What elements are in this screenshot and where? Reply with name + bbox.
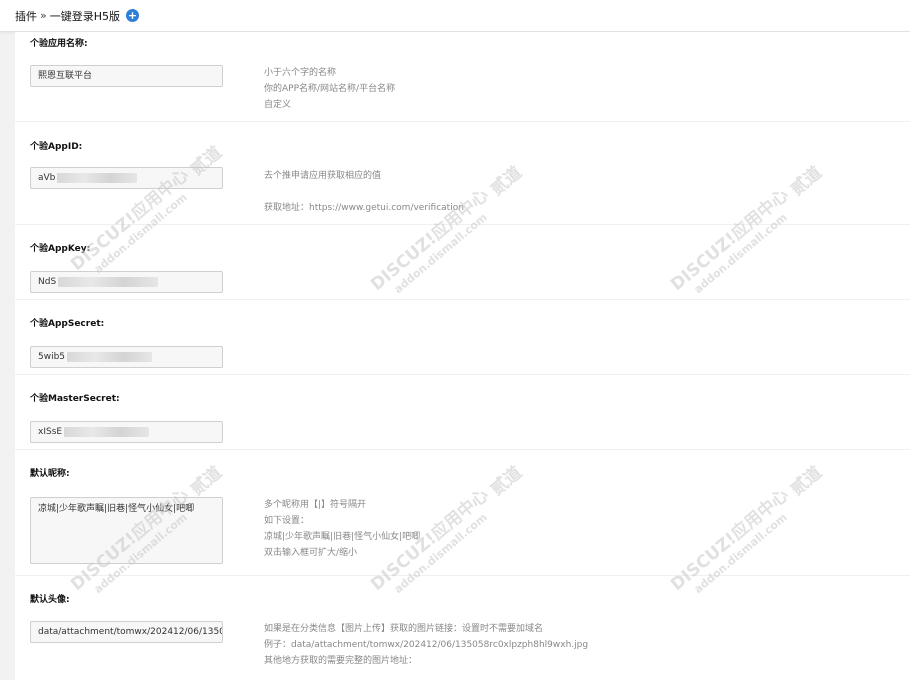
- hint-line: 获取地址：https://www.getui.com/verification: [264, 203, 464, 213]
- breadcrumb-current: 一键登录H5版: [49, 9, 121, 23]
- input-value: xISsE: [38, 427, 63, 437]
- hint-line: 凉城|少年歌声瞩|旧巷|怪气小仙女|吧唧: [264, 532, 421, 542]
- input-value: NdS: [38, 277, 57, 287]
- master-secret-input[interactable]: xISsE: [30, 421, 223, 443]
- field-hint: 如果是在分类信息【图片上传】获取的图片链接：设置时不需要加域名 例子：data/…: [264, 621, 588, 669]
- hint-line: 去个推申请应用获取相应的值: [264, 171, 382, 181]
- field-app-secret: 个验AppSecret: 5wib5: [15, 300, 910, 375]
- hint-spacer: [264, 184, 464, 200]
- hint-line: 多个昵称用【|】符号隔开: [264, 500, 367, 510]
- input-value: aVb: [38, 173, 56, 183]
- hint-line: 自定义: [264, 100, 292, 110]
- masked-value: [57, 172, 138, 183]
- hint-line: 如果是在分类信息【图片上传】获取的图片链接：设置时不需要加域名: [264, 624, 544, 634]
- field-label: 个验AppKey:: [30, 244, 91, 254]
- hint-line: 其他地方获取的需要完整的图片地址：: [264, 656, 418, 666]
- field-avatar: 默认头像: data/attachment/tomwx/202412/06/13…: [15, 576, 910, 680]
- app-key-input[interactable]: NdS: [30, 271, 223, 293]
- hint-line: 如下设置：: [264, 516, 310, 526]
- hint-line: 小于六个字的名称: [264, 68, 337, 78]
- app-id-input[interactable]: aVb: [30, 167, 223, 189]
- field-nicknames: 默认昵称: 凉城|少年歌声瞩|旧巷|怪气小仙女|吧唧 多个昵称用【|】符号隔开 …: [15, 450, 910, 576]
- plus-circle-icon[interactable]: +: [126, 9, 140, 22]
- field-label: 默认昵称:: [30, 469, 70, 479]
- hint-line: 双击输入框可扩大/缩小: [264, 548, 358, 558]
- breadcrumb-separator: »: [40, 9, 47, 22]
- avatar-input[interactable]: data/attachment/tomwx/202412/06/135058r: [30, 621, 223, 643]
- masked-value: [64, 426, 150, 437]
- field-hint: 去个推申请应用获取相应的值 获取地址：https://www.getui.com…: [264, 168, 464, 216]
- field-label: 个验AppSecret:: [30, 319, 105, 329]
- settings-panel: 个验应用名称: 熙恩互联平台 小于六个字的名称 你的APP名称/网站名称/平台名…: [15, 32, 910, 680]
- masked-value: [67, 351, 153, 362]
- app-name-input[interactable]: 熙恩互联平台: [30, 65, 223, 87]
- field-app-key: 个验AppKey: NdS: [15, 225, 910, 300]
- field-hint: 小于六个字的名称 你的APP名称/网站名称/平台名称 自定义: [264, 65, 395, 113]
- field-label: 默认头像:: [30, 595, 70, 605]
- breadcrumb: 插件 » 一键登录H5版 +: [0, 0, 910, 32]
- field-label: 个验AppID:: [30, 142, 83, 152]
- field-master-secret: 个验MasterSecret: xISsE: [15, 375, 910, 450]
- field-label: 个验MasterSecret:: [30, 394, 120, 404]
- field-label: 个验应用名称:: [30, 39, 88, 49]
- input-value: 5wib5: [38, 352, 66, 362]
- nicknames-textarea[interactable]: 凉城|少年歌声瞩|旧巷|怪气小仙女|吧唧: [30, 497, 223, 564]
- app-secret-input[interactable]: 5wib5: [30, 346, 223, 368]
- hint-line: 例子：data/attachment/tomwx/202412/06/13505…: [264, 640, 589, 650]
- field-hint: 多个昵称用【|】符号隔开 如下设置： 凉城|少年歌声瞩|旧巷|怪气小仙女|吧唧 …: [264, 497, 420, 561]
- field-app-name: 个验应用名称: 熙恩互联平台 小于六个字的名称 你的APP名称/网站名称/平台名…: [15, 32, 910, 122]
- hint-line: 你的APP名称/网站名称/平台名称: [264, 84, 396, 94]
- field-app-id: 个验AppID: aVb 去个推申请应用获取相应的值 获取地址：https://…: [15, 122, 910, 225]
- breadcrumb-plugins-link[interactable]: 插件: [15, 8, 37, 24]
- masked-value: [58, 276, 159, 287]
